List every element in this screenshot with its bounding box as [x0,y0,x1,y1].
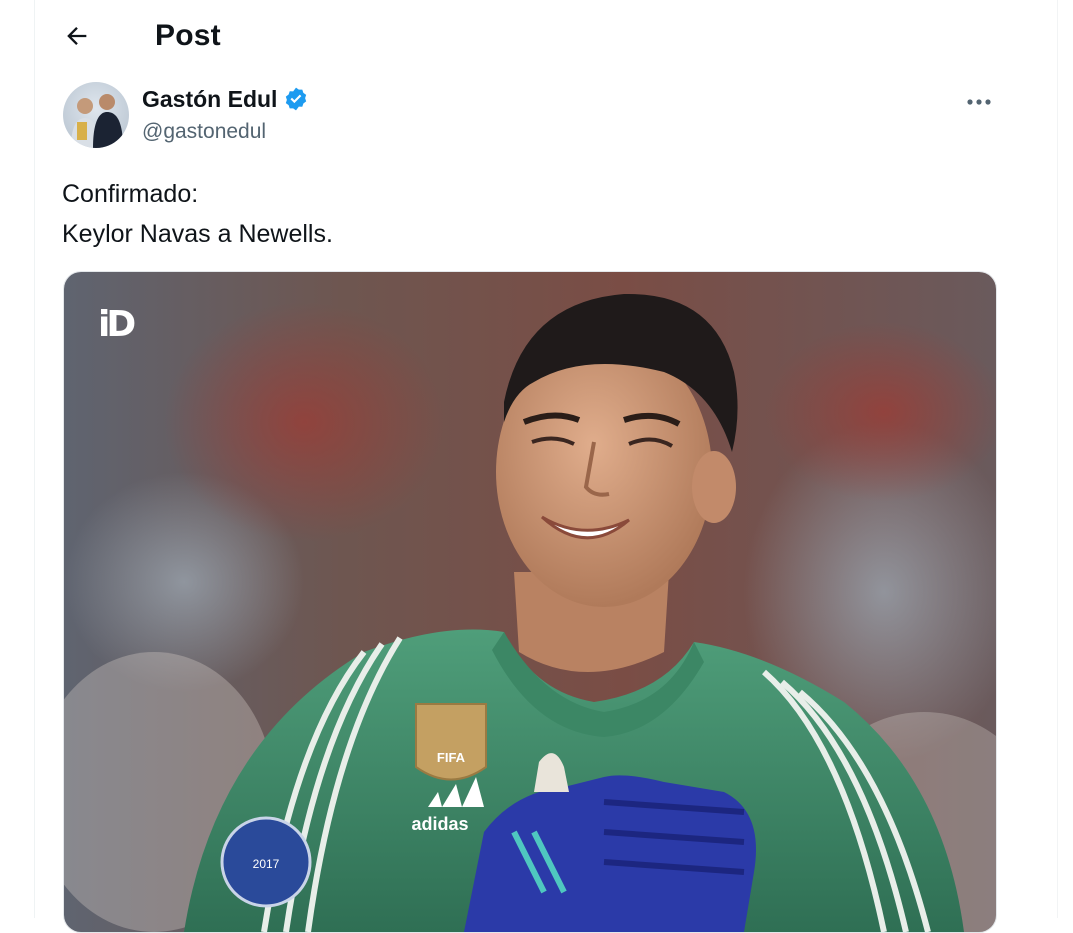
right-divider [1057,0,1058,918]
post-text-line: Keylor Navas a Newells. [62,220,333,248]
author-name-row[interactable]: Gastón Edul [142,84,309,114]
post-image[interactable]: FIFA adidas 2017 iD [63,271,997,933]
fifa-badge-text: FIFA [437,750,466,765]
page-title: Post [155,19,221,52]
post-text-line: Confirmado: [62,180,199,208]
more-horizontal-icon [967,99,991,105]
left-gutter [0,0,34,918]
arrow-left-icon [67,27,87,45]
right-gutter [1022,0,1073,918]
author-avatar[interactable] [63,82,129,148]
media-logo: iD [98,304,136,345]
more-options-button[interactable] [961,84,997,120]
post-text: Confirmado: Keylor Navas a Newells. [62,174,333,254]
post-header: Post [35,0,1022,72]
verified-badge-icon [283,86,309,112]
back-button[interactable] [57,16,97,56]
author-name[interactable]: Gastón Edul [142,84,277,114]
kit-brand-text: adidas [411,814,468,834]
ucl-badge-year: 2017 [253,857,280,871]
author-handle[interactable]: @gastonedul [142,118,266,146]
post-column: Post Gastón Edul @gastonedul Confirmado:… [34,0,1023,933]
